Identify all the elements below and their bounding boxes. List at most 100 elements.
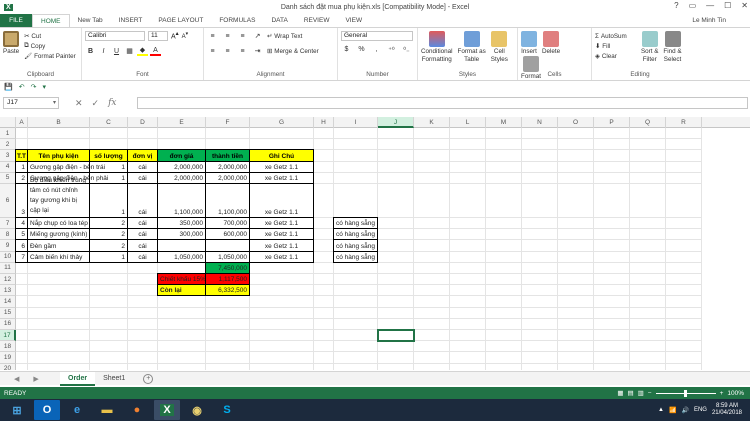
- grid-cell[interactable]: [250, 307, 314, 319]
- cell-unit-3[interactable]: cái: [127, 183, 158, 218]
- file-explorer-icon[interactable]: ▬: [94, 400, 120, 420]
- grid-cell[interactable]: [90, 128, 128, 140]
- grid-cell[interactable]: [594, 363, 630, 370]
- worksheet-grid[interactable]: ABCDEFGHIJKLMNOPQR 1 2 3 4 5 6 7 8 9 10 11 12 13 14 15…: [0, 117, 750, 370]
- grid-cell[interactable]: [158, 318, 206, 330]
- row-header-12[interactable]: 12: [0, 274, 16, 286]
- grid-cell[interactable]: [314, 318, 334, 330]
- grid-cell[interactable]: [28, 262, 90, 274]
- zoom-out-icon[interactable]: −: [648, 390, 652, 397]
- row-header-3[interactable]: 3: [0, 150, 16, 162]
- next-sheet-icon[interactable]: ▶: [33, 375, 38, 383]
- grid-cell[interactable]: [128, 363, 158, 370]
- grid-cell[interactable]: [522, 240, 558, 252]
- italic-button[interactable]: I: [98, 48, 109, 55]
- grid-cell[interactable]: [28, 296, 90, 308]
- select-all-corner[interactable]: [0, 117, 16, 128]
- align-left-icon[interactable]: ≡: [207, 48, 218, 55]
- fill-color-icon[interactable]: ◆: [137, 46, 148, 56]
- grid-cell[interactable]: [486, 240, 522, 252]
- tab-insert[interactable]: INSERT: [111, 14, 151, 27]
- grid-cell[interactable]: [630, 363, 666, 370]
- grid-cell[interactable]: [250, 363, 314, 370]
- grid-cell[interactable]: [16, 296, 28, 308]
- page-break-icon[interactable]: ▥: [638, 389, 644, 397]
- column-header-m[interactable]: M: [486, 117, 522, 128]
- grid-cell[interactable]: [378, 251, 414, 263]
- grid-cell[interactable]: [414, 128, 450, 140]
- number-format-dropdown[interactable]: General: [341, 31, 413, 41]
- underline-button[interactable]: U: [111, 48, 122, 55]
- grid-cell[interactable]: [558, 274, 594, 286]
- grid-cell[interactable]: [450, 352, 486, 364]
- align-center-icon[interactable]: ≡: [222, 48, 233, 55]
- grid-cell[interactable]: [314, 128, 334, 140]
- grid-cell[interactable]: [414, 274, 450, 286]
- outlook-icon[interactable]: O: [34, 400, 60, 420]
- grid-cell[interactable]: [486, 218, 522, 230]
- grid-cell[interactable]: [666, 218, 702, 230]
- row-header-9[interactable]: 9: [0, 240, 16, 252]
- grid-cell[interactable]: [450, 172, 486, 184]
- grid-cell[interactable]: [334, 296, 378, 308]
- shrink-font-icon[interactable]: A▾: [182, 31, 189, 41]
- grid-cell[interactable]: [522, 251, 558, 263]
- grid-cell[interactable]: [486, 363, 522, 370]
- grid-cell[interactable]: [594, 318, 630, 330]
- indent-icon[interactable]: ⇥: [252, 47, 263, 55]
- grid-cell[interactable]: [414, 307, 450, 319]
- maximize-button[interactable]: ☐: [724, 1, 731, 10]
- grid-cell[interactable]: [16, 307, 28, 319]
- grid-cell[interactable]: [522, 330, 558, 342]
- grid-cell[interactable]: [594, 184, 630, 218]
- grid-cell[interactable]: [594, 139, 630, 151]
- grid-cell[interactable]: [450, 274, 486, 286]
- grid-cell[interactable]: [630, 218, 666, 230]
- grid-cell[interactable]: [90, 341, 128, 353]
- grid-cell[interactable]: [378, 274, 414, 286]
- cell-name-3[interactable]: Bộ điều khiển trung tâm có nút chỉnh tay…: [27, 177, 90, 218]
- grid-cell[interactable]: [558, 139, 594, 151]
- grid-cell[interactable]: [334, 318, 378, 330]
- grid-cell[interactable]: [16, 363, 28, 370]
- grid-cell[interactable]: [594, 128, 630, 140]
- align-right-icon[interactable]: ≡: [237, 48, 248, 55]
- grid-cell[interactable]: [16, 341, 28, 353]
- cell-name-7[interactable]: Cảm biến khí thảy: [27, 250, 90, 263]
- grid-cell[interactable]: [450, 229, 486, 241]
- grid-cell[interactable]: [594, 352, 630, 364]
- grid-cell[interactable]: [378, 285, 414, 297]
- grid-cell[interactable]: [16, 262, 28, 274]
- grid-cell[interactable]: [630, 296, 666, 308]
- grid-cell[interactable]: [486, 128, 522, 140]
- grid-cell[interactable]: [558, 285, 594, 297]
- grid-cell[interactable]: [450, 161, 486, 173]
- grid-cell[interactable]: [522, 139, 558, 151]
- row-header-19[interactable]: 19: [0, 352, 16, 364]
- name-box[interactable]: J17: [3, 97, 59, 109]
- grid-cell[interactable]: [378, 352, 414, 364]
- grid-cell[interactable]: [414, 341, 450, 353]
- close-button[interactable]: ✕: [741, 1, 748, 10]
- copy-button[interactable]: ⧉ Copy: [24, 41, 76, 51]
- row-header-4[interactable]: 4: [0, 161, 16, 173]
- grid-cell[interactable]: [486, 139, 522, 151]
- column-header-n[interactable]: N: [522, 117, 558, 128]
- grid-cell[interactable]: [334, 139, 378, 151]
- grid-cell[interactable]: [414, 363, 450, 370]
- internet-explorer-icon[interactable]: e: [64, 400, 90, 420]
- grid-cell[interactable]: [206, 318, 250, 330]
- row-header-16[interactable]: 16: [0, 318, 16, 330]
- page-layout-icon[interactable]: ▤: [627, 389, 633, 397]
- grid-cell[interactable]: [486, 318, 522, 330]
- grid-cell[interactable]: [90, 330, 128, 342]
- grid-cell[interactable]: [250, 352, 314, 364]
- row-header-2[interactable]: 2: [0, 139, 16, 151]
- merge-center-button[interactable]: ⊞ Merge & Center: [267, 46, 319, 56]
- align-top-icon[interactable]: ≡: [207, 33, 218, 40]
- zoom-level[interactable]: 100%: [727, 390, 744, 397]
- cell-extra-7[interactable]: có hàng sẵng: [333, 250, 378, 263]
- fill-button[interactable]: ⬇ Fill: [595, 41, 639, 51]
- grid-cell[interactable]: [314, 330, 334, 342]
- grid-cell[interactable]: [206, 330, 250, 342]
